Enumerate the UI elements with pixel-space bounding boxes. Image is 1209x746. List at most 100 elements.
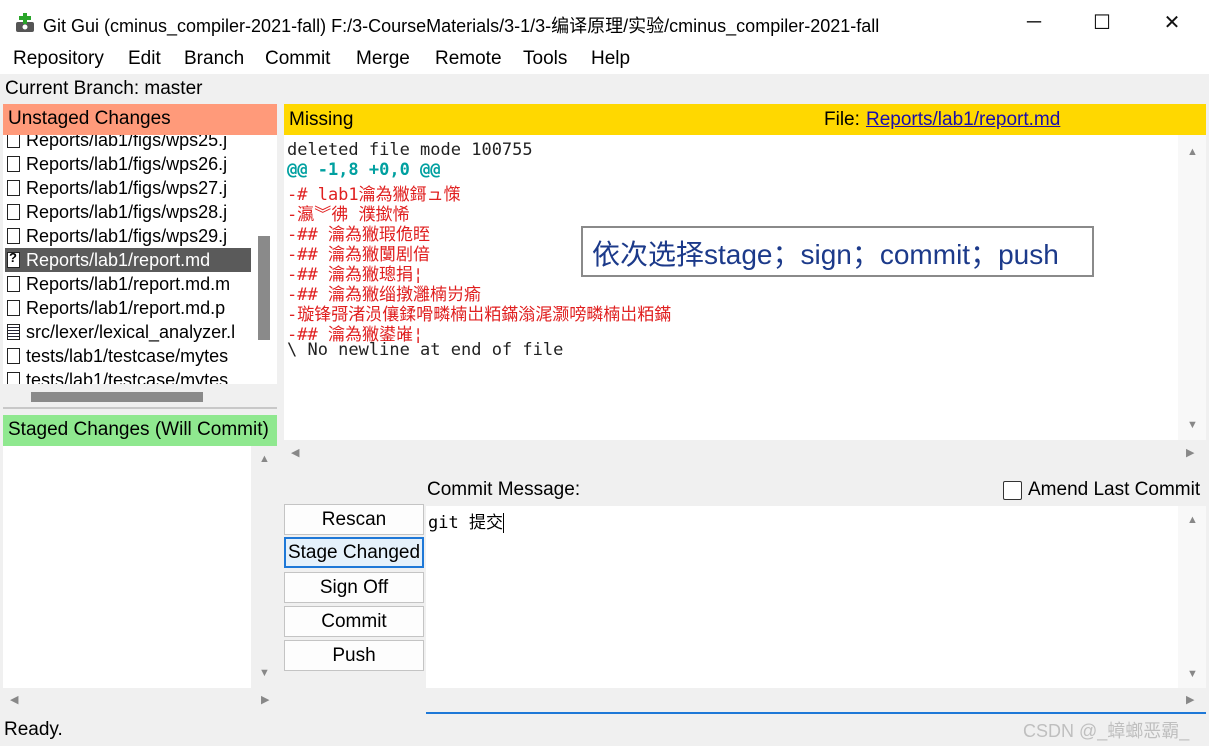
file-icon	[7, 372, 20, 384]
instruction-callout: 依次选择stage；sign；commit；push	[581, 226, 1094, 277]
file-icon	[7, 180, 20, 196]
commit-message-value: git 提交	[428, 513, 503, 533]
diff-horizontal-scrollbar[interactable]: ◀ ▶	[284, 440, 1206, 466]
list-item[interactable]: Reports/lab1/figs/wps29.j	[5, 224, 251, 248]
file-name: Reports/lab1/figs/wps28.j	[26, 201, 228, 222]
text-caret	[502, 513, 504, 533]
menu-merge[interactable]: Merge	[356, 48, 410, 70]
amend-label: Amend Last Commit	[1028, 479, 1201, 500]
unstaged-vertical-scroll-thumb[interactable]	[258, 236, 270, 340]
unstaged-changes-header: Unstaged Changes	[3, 104, 277, 135]
commit-vertical-scrollbar[interactable]: ▲ ▼	[1178, 506, 1206, 688]
diff-status-label: Missing	[289, 109, 354, 130]
file-icon	[7, 228, 20, 244]
diff-hunk-line: @@ -1,8 +0,0 @@	[287, 160, 441, 180]
diff-line: \ No newline at end of file	[287, 340, 564, 360]
diff-header: Missing File: Reports/lab1/report.md	[284, 104, 1206, 135]
list-item[interactable]: Reports/lab1/figs/wps28.j	[5, 200, 251, 224]
list-item-selected[interactable]: Reports/lab1/report.md	[5, 248, 251, 272]
title-bar: Git Gui (cminus_compiler-2021-fall) F:/3…	[0, 0, 1209, 44]
file-lists-panel: Unstaged Changes Reports/lab1/figs/wps25…	[3, 104, 277, 715]
push-button[interactable]: Push	[284, 640, 424, 671]
list-item[interactable]: Reports/lab1/report.md.p	[5, 296, 251, 320]
menu-branch[interactable]: Branch	[184, 48, 244, 70]
watermark: CSDN @_蟑螂恶霸_	[1023, 721, 1190, 741]
close-button[interactable]: ✕	[1150, 7, 1194, 37]
list-item[interactable]: tests/lab1/testcase/mytes	[5, 368, 251, 384]
status-bar-text: Ready.	[4, 719, 63, 740]
diff-line: deleted file mode 100755	[287, 140, 533, 160]
amend-last-commit-checkbox[interactable]: Amend Last Commit	[1003, 479, 1200, 501]
file-name: Reports/lab1/report.md.m	[26, 273, 231, 294]
commit-button[interactable]: Commit	[284, 606, 424, 637]
diff-file-path-link[interactable]: Reports/lab1/report.md	[866, 109, 1060, 131]
staged-file-list[interactable]	[3, 446, 251, 688]
staged-horizontal-scrollbar[interactable]: ◀ ▶	[3, 688, 277, 712]
list-item[interactable]: tests/lab1/testcase/mytes	[5, 344, 251, 368]
file-icon	[7, 156, 20, 172]
diff-file-label: File:	[824, 109, 860, 130]
scroll-right-arrow-icon[interactable]: ▶	[1186, 448, 1194, 459]
sign-off-button[interactable]: Sign Off	[284, 572, 424, 603]
commit-focus-underline	[426, 712, 1206, 714]
file-name: Reports/lab1/report.md	[26, 249, 211, 270]
scroll-up-arrow-icon[interactable]: ▲	[259, 454, 270, 465]
diff-viewer[interactable]: deleted file mode 100755 @@ -1,8 +0,0 @@…	[284, 135, 1178, 440]
file-name: Reports/lab1/figs/wps29.j	[26, 225, 228, 246]
scroll-right-arrow-icon[interactable]: ▶	[261, 695, 269, 706]
menu-tools[interactable]: Tools	[523, 48, 567, 70]
staged-vertical-scrollbar[interactable]: ▲ ▼	[251, 446, 277, 688]
current-branch-label: Current Branch: master	[5, 78, 203, 99]
file-icon	[7, 204, 20, 220]
scroll-left-arrow-icon[interactable]: ◀	[291, 448, 299, 459]
scroll-up-arrow-icon[interactable]: ▲	[1187, 515, 1198, 526]
menu-edit[interactable]: Edit	[128, 48, 161, 70]
unstaged-horizontal-scroll-thumb[interactable]	[31, 392, 203, 402]
file-icon	[7, 348, 20, 364]
scroll-down-arrow-icon[interactable]: ▼	[259, 668, 270, 679]
window-title: Git Gui (cminus_compiler-2021-fall) F:/3…	[43, 16, 880, 36]
maximize-button[interactable]: ☐	[1080, 7, 1124, 37]
file-name: Reports/lab1/figs/wps26.j	[26, 153, 228, 174]
file-icon	[7, 276, 20, 292]
menu-repository[interactable]: Repository	[13, 48, 104, 70]
commit-horizontal-scrollbar[interactable]: ▶	[426, 688, 1206, 712]
menu-remote[interactable]: Remote	[435, 48, 502, 70]
commit-message-text[interactable]: git 提交	[428, 508, 504, 533]
menu-commit[interactable]: Commit	[265, 48, 330, 70]
commit-message-label: Commit Message:	[427, 479, 581, 500]
stage-changed-button[interactable]: Stage Changed	[284, 537, 424, 568]
pane-divider[interactable]	[3, 407, 277, 409]
scroll-up-arrow-icon[interactable]: ▲	[1187, 147, 1198, 158]
file-name: Reports/lab1/figs/wps27.j	[26, 177, 228, 198]
list-item[interactable]: Reports/lab1/report.md.m	[5, 272, 251, 296]
menu-help[interactable]: Help	[591, 48, 630, 70]
list-item[interactable]: src/lexer/lexical_analyzer.l	[5, 320, 251, 344]
minimize-button[interactable]: ─	[1012, 7, 1056, 37]
scroll-right-arrow-icon[interactable]: ▶	[1186, 695, 1194, 706]
unstaged-file-list[interactable]: Reports/lab1/figs/wps25.j Reports/lab1/f…	[3, 135, 277, 384]
list-item[interactable]: Reports/lab1/figs/wps25.j	[5, 135, 251, 152]
list-item[interactable]: Reports/lab1/figs/wps27.j	[5, 176, 251, 200]
diff-vertical-scrollbar[interactable]: ▲ ▼	[1178, 135, 1206, 440]
menu-bar: Repository Edit Branch Commit Merge Remo…	[0, 44, 1209, 74]
staged-changes-header: Staged Changes (Will Commit)	[3, 415, 277, 446]
scroll-down-arrow-icon[interactable]: ▼	[1187, 420, 1198, 431]
file-name: tests/lab1/testcase/mytes	[26, 369, 229, 385]
file-name: src/lexer/lexical_analyzer.l	[26, 321, 236, 342]
file-missing-icon	[7, 250, 20, 268]
file-name: tests/lab1/testcase/mytes	[26, 345, 229, 366]
commit-message-input[interactable]: git 提交	[426, 506, 1178, 688]
unstaged-horizontal-scrollbar[interactable]	[3, 384, 277, 408]
file-modified-icon	[7, 324, 20, 340]
file-icon	[7, 135, 20, 148]
file-name: Reports/lab1/figs/wps25.j	[26, 135, 228, 150]
rescan-button[interactable]: Rescan	[284, 504, 424, 535]
scroll-down-arrow-icon[interactable]: ▼	[1187, 669, 1198, 680]
checkbox-icon[interactable]	[1003, 480, 1022, 500]
scroll-left-arrow-icon[interactable]: ◀	[10, 695, 18, 706]
list-item[interactable]: Reports/lab1/figs/wps26.j	[5, 152, 251, 176]
git-gui-icon	[16, 13, 34, 32]
file-name: Reports/lab1/report.md.p	[26, 297, 226, 318]
file-icon	[7, 300, 20, 316]
